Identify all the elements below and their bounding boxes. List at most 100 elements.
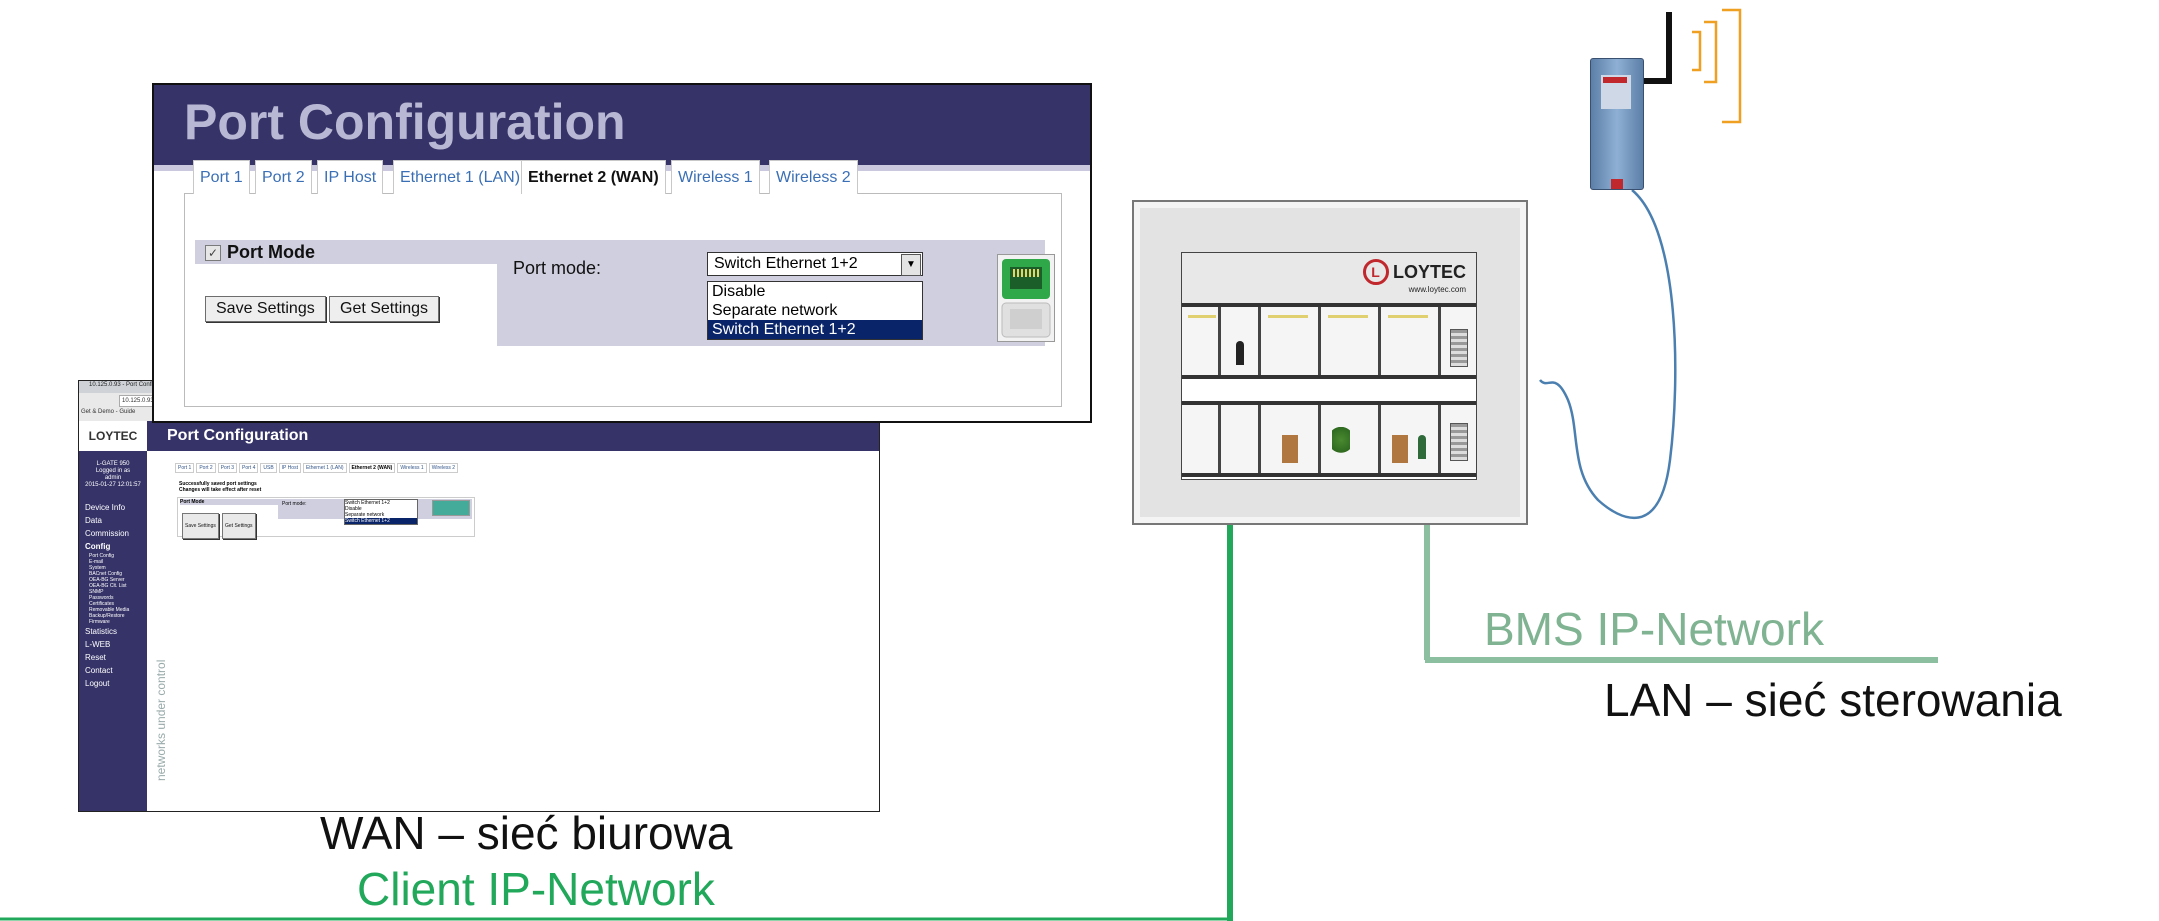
dropdown-arrow-icon[interactable]: ▼ [901, 254, 921, 276]
user-info-logged: Logged in as [95, 468, 131, 474]
sidebar-item-reset[interactable]: Reset [85, 651, 129, 664]
title-bar: Port Configuration [154, 85, 1090, 171]
port-configuration-window: Port Configuration Port 1 Port 2 IP Host… [152, 83, 1092, 423]
option-switch-ethernet[interactable]: Switch Ethernet 1+2 [708, 320, 922, 339]
door [1392, 435, 1408, 463]
mini-tab[interactable]: Port 4 [239, 463, 259, 473]
upper-floor [1182, 303, 1476, 379]
plant [1332, 427, 1350, 459]
mini-option[interactable]: Switch Ethernet 1+2 [345, 518, 417, 524]
bookmarks-bar[interactable]: Get & Demo - Guide [81, 409, 135, 415]
mini-port-mode-panel: Port Mode Port mode: Switch Ethernet 1+2… [177, 497, 475, 539]
ceiling-light [1268, 315, 1308, 318]
get-settings-button[interactable]: Get Settings [329, 296, 440, 322]
mini-tab-bar: Port 1 Port 2 Port 3 Port 4 USB IP Host Ethern… [175, 463, 460, 473]
ethernet-port-icon [997, 254, 1055, 342]
ceiling-light [1328, 315, 1368, 318]
tab-ip-host[interactable]: IP Host [317, 160, 384, 194]
sidebar-item-config[interactable]: Config [85, 540, 129, 553]
mini-tab[interactable]: Wireless 1 [397, 463, 427, 473]
port-mode-label: Port mode: [513, 258, 602, 278]
lan-network-label: LAN – sieć sterowania [1604, 674, 2062, 726]
sidebar-item-contact[interactable]: Contact [85, 664, 129, 677]
option-separate-network[interactable]: Separate network [708, 301, 922, 320]
door [1282, 435, 1298, 463]
device-brand-strip [1603, 77, 1627, 83]
person-figure [1418, 435, 1426, 459]
sidebar-item-logout[interactable]: Logout [85, 677, 129, 690]
mini-tab[interactable]: USB [260, 463, 277, 473]
device-port [1611, 179, 1623, 189]
mini-get-button[interactable]: Get Settings [222, 513, 256, 539]
column [1258, 307, 1261, 375]
column [1318, 405, 1321, 473]
server-rack [1450, 423, 1468, 461]
panel-bottom-strip [195, 346, 1045, 356]
mini-ethernet-port-icon [432, 500, 470, 516]
content-area: Port 1 Port 2 IP Host Ethernet 1 (LAN) E… [184, 160, 1062, 407]
status-message-line2: Changes will take effect after reset [179, 487, 262, 493]
screen-logo: L LOYTEC www.loytec.com [1362, 259, 1466, 294]
user-info-device: L-GATE 950 [96, 461, 130, 467]
tab-wireless-2[interactable]: Wireless 2 [769, 160, 858, 194]
mini-tab[interactable]: Port 3 [217, 463, 238, 473]
column [1378, 405, 1381, 473]
user-info-user: admin [104, 475, 122, 481]
ceiling-light [1188, 315, 1216, 318]
mini-tab[interactable]: Ethernet 2 (WAN) [348, 463, 396, 473]
logo-name: LOYTEC [1392, 261, 1466, 282]
wireless-signal-icon [1692, 8, 1742, 124]
person-figure [1236, 341, 1244, 365]
touch-panel: L LOYTEC www.loytec.com [1132, 200, 1528, 525]
port-mode-select[interactable]: Switch Ethernet 1+2 ▼ [707, 252, 923, 276]
user-info: L-GATE 950 Logged in as admin 2015-01-27… [79, 461, 147, 489]
mini-tab[interactable]: Ethernet 1 (LAN) [302, 463, 347, 473]
tab-port-1[interactable]: Port 1 [193, 160, 250, 194]
user-info-time: 2015-01-27 12:01:57 [85, 482, 141, 488]
sidebar-item-data[interactable]: Data [85, 514, 129, 527]
column [1218, 405, 1221, 473]
mini-tab[interactable]: IP Host [278, 463, 301, 473]
mini-tab[interactable]: Port 1 [175, 463, 195, 473]
mini-tab[interactable]: Port 2 [196, 463, 216, 473]
mini-port-mode-select[interactable]: Switch Ethernet 1+2 Disable Separate net… [344, 499, 418, 525]
tab-ethernet-2-wan[interactable]: Ethernet 2 (WAN) [521, 160, 666, 194]
save-settings-button[interactable]: Save Settings [205, 296, 326, 322]
sidebar-nav: Device Info Data Commission Config Port … [85, 501, 129, 690]
section-title: Port Mode [227, 242, 315, 262]
column [1438, 307, 1441, 375]
page-title: Port Configuration [184, 94, 626, 150]
page-header: Port Configuration [147, 421, 879, 451]
tab-wireless-1[interactable]: Wireless 1 [671, 160, 760, 194]
column [1318, 307, 1321, 375]
sidebar-item-commission[interactable]: Commission [85, 527, 129, 540]
client-network-label: Client IP-Network [357, 863, 715, 915]
antenna-base [1642, 78, 1672, 84]
port-mode-value: Switch Ethernet 1+2 [714, 255, 858, 272]
column [1378, 307, 1381, 375]
mini-tab[interactable]: Wireless 2 [428, 463, 459, 473]
sidebar-item-lweb[interactable]: L-WEB [85, 638, 129, 651]
column [1218, 307, 1221, 375]
port-mode-options-list: Disable Separate network Switch Ethernet… [707, 281, 923, 340]
mini-section-title: Port Mode [180, 499, 278, 505]
bms-network-label: BMS IP-Network [1484, 603, 1824, 655]
config-submenu: Port Config E-mail System BACnet Config … [85, 553, 129, 625]
ceiling-light [1388, 315, 1428, 318]
tab-ethernet-1-lan[interactable]: Ethernet 1 (LAN) [393, 160, 528, 194]
loytec-logo-icon: L [1362, 259, 1389, 285]
mini-port-mode-label: Port mode: [282, 501, 307, 507]
logo-url: www.loytec.com [1408, 285, 1466, 294]
cable-line [1539, 189, 1677, 520]
tab-port-2[interactable]: Port 2 [255, 160, 312, 194]
column [1258, 405, 1261, 473]
wan-network-label: WAN – sieć biurowa [320, 807, 733, 859]
port-mode-checkbox[interactable]: ✓ [205, 245, 221, 261]
server-rack [1450, 329, 1468, 367]
option-disable[interactable]: Disable [708, 282, 922, 301]
mini-save-button[interactable]: Save Settings [182, 513, 219, 539]
port-mode-panel: ✓ Port Mode Save Settings Get Settings P… [195, 240, 1055, 356]
vertical-slogan: networks under control [154, 659, 168, 781]
sidebar-item-device-info[interactable]: Device Info [85, 501, 129, 514]
sidebar-item-statistics[interactable]: Statistics [85, 625, 129, 638]
